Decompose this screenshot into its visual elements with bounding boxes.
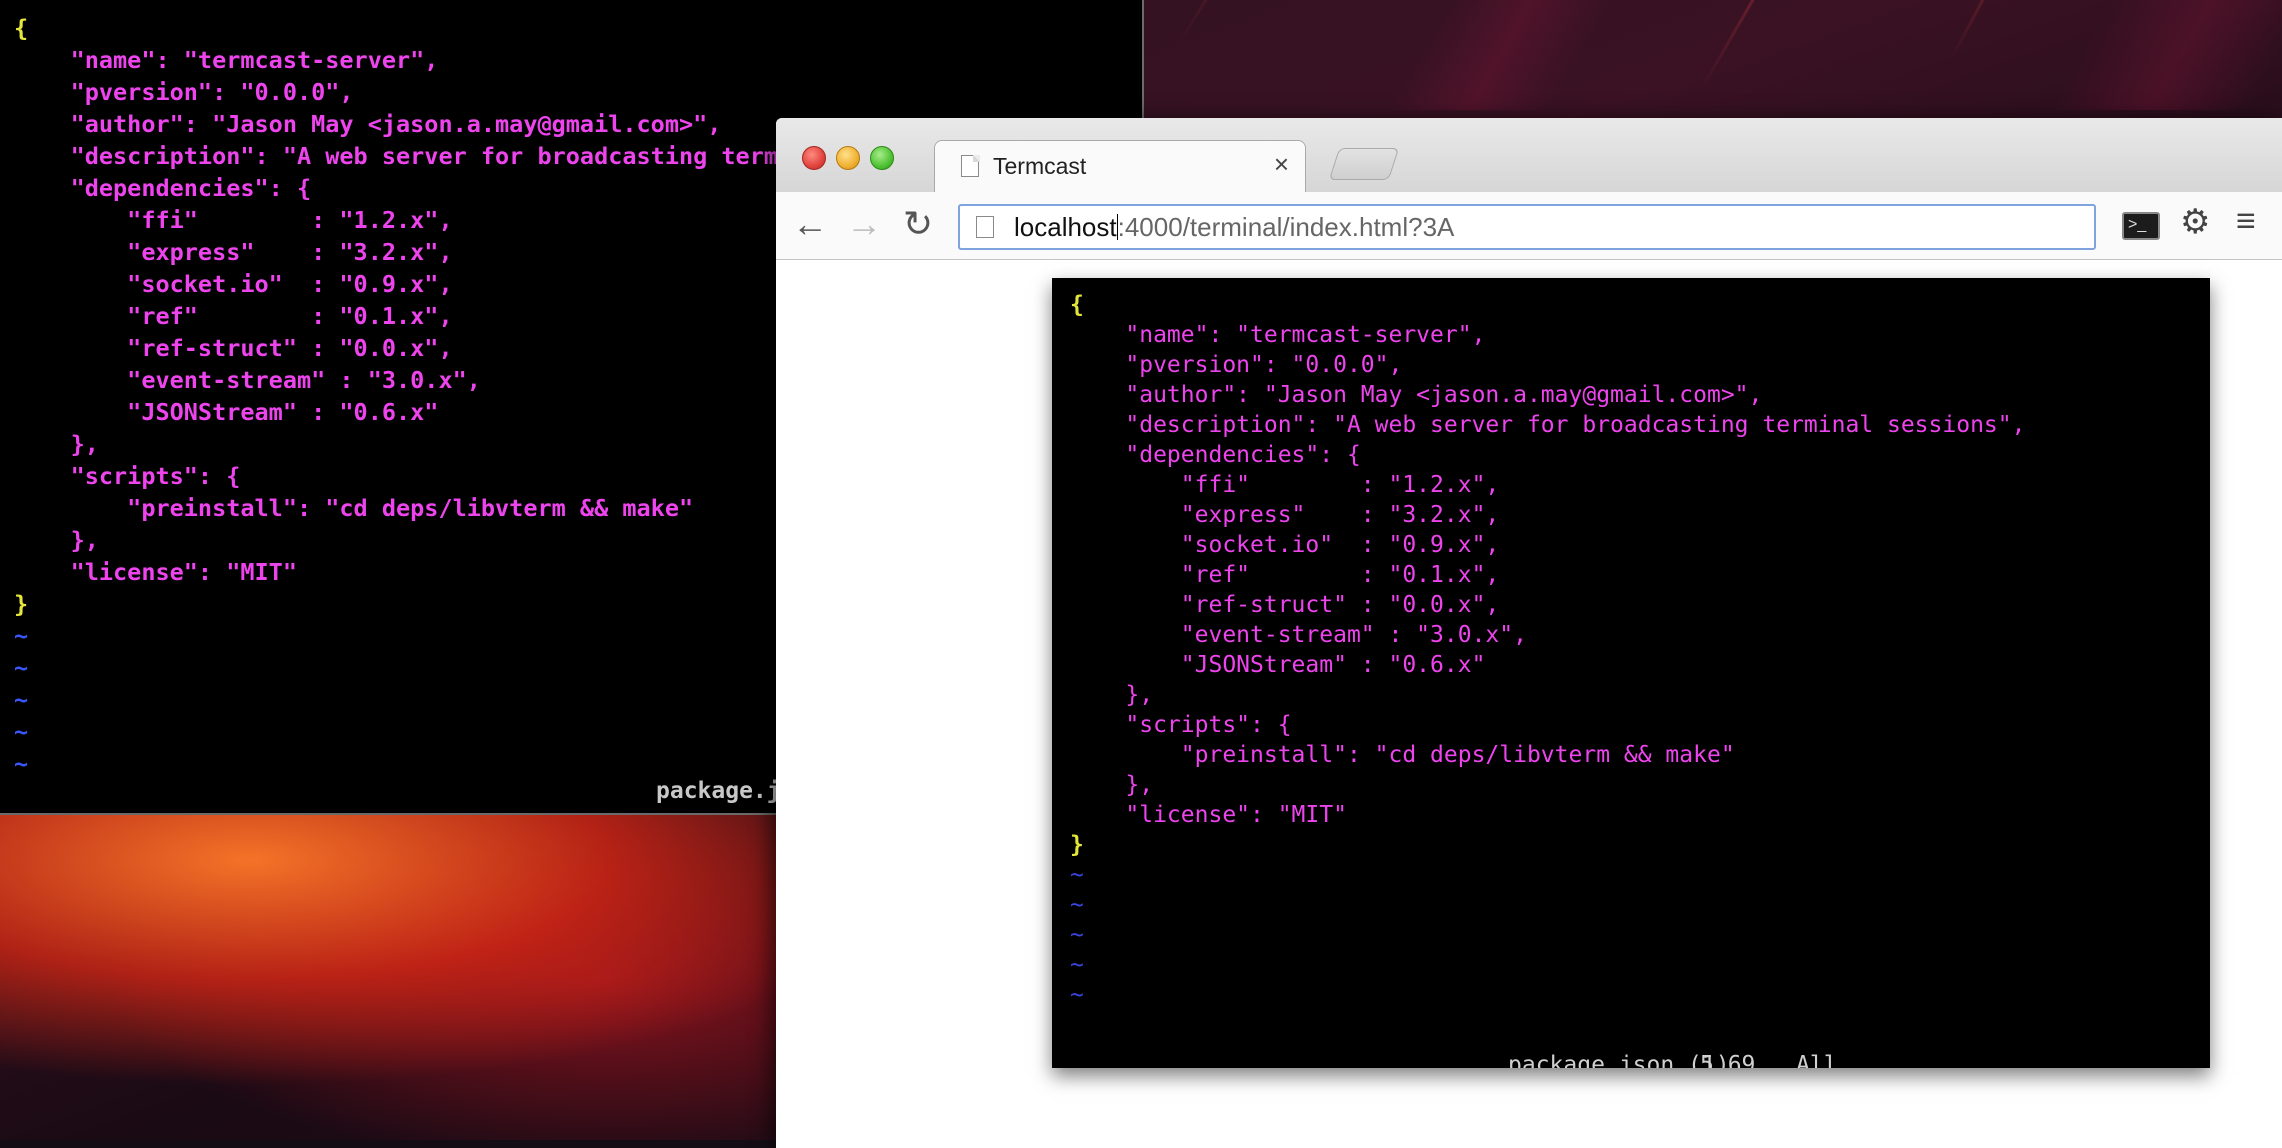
web-terminal-line: "socket.io" : "0.9.x", [1070,532,1500,558]
terminal-line: }, [14,526,99,554]
tab-strip: Termcast × [776,118,2282,194]
terminal-line: "preinstall": "cd deps/libvterm && make" [14,494,694,522]
terminal-extension-icon[interactable]: >_ [2122,212,2160,240]
page-icon [961,154,980,177]
web-terminal-line: ~ [1070,892,1084,918]
web-terminal-line: "description": "A web server for broadca… [1070,412,2026,438]
terminal-line: "pversion": "0.0.0", [14,78,354,106]
web-terminal-line: "event-stream" : "3.0.x", [1070,622,1527,648]
window-zoom-button[interactable] [870,146,894,170]
web-terminal-line: "ffi" : "1.2.x", [1070,472,1500,498]
terminal-line: "name": "termcast-server", [14,46,439,74]
terminal-line: }, [14,430,99,458]
web-terminal-line: ~ [1070,862,1084,888]
terminal-line: ~ [14,750,29,778]
terminal-line: "ref" : "0.1.x", [14,302,453,330]
terminal-line: ~ [14,686,29,714]
web-terminal-line: "express" : "3.2.x", [1070,502,1500,528]
web-terminal-line: ~ [1070,922,1084,948]
tab-close-icon[interactable]: × [1274,149,1289,180]
terminal-line: "dependencies": { [14,174,312,202]
wallpaper-band [2048,0,2282,110]
wallpaper-streak [1698,0,1912,93]
web-terminal-line: "JSONStream" : "0.6.x" [1070,652,1486,678]
url-path: :4000/terminal/index.html?3A [1117,212,1455,242]
gear-icon[interactable]: ⚙ [2180,202,2210,242]
terminal-line: { [14,14,29,42]
address-bar[interactable]: localhost:4000/terminal/index.html?3A [958,204,2096,250]
address-bar-url[interactable]: localhost:4000/terminal/index.html?3A [1014,212,1454,243]
web-terminal-line: ~ [1070,982,1084,1008]
terminal-line: "event-stream" : "3.0.x", [14,366,481,394]
tab-termcast[interactable]: Termcast × [934,140,1306,194]
forward-arrow-icon[interactable]: → [844,204,884,244]
web-terminal-line: { [1070,292,1084,318]
terminal-line: } [14,590,29,618]
web-terminal-status-position: 5,69 [1700,1052,1756,1068]
terminal-line: "socket.io" : "0.9.x", [14,270,453,298]
web-terminal-line: "dependencies": { [1070,442,1361,468]
web-terminal-line: "preinstall": "cd deps/libvterm && make" [1070,742,1735,768]
url-host: localhost [1014,212,1117,242]
reload-icon[interactable]: ↻ [898,204,938,244]
terminal-line: "express" : "3.2.x", [14,238,453,266]
window-minimize-button[interactable] [836,146,860,170]
terminal-line: "JSONStream" : "0.6.x" [14,398,439,426]
web-terminal-line: "ref-struct" : "0.0.x", [1070,592,1500,618]
terminal-line: "license": "MIT" [14,558,297,586]
web-terminal-line: }, [1070,682,1154,708]
web-terminal[interactable]: { "name": "termcast-server", "pversion":… [1052,278,2210,1068]
page-icon [976,216,994,238]
terminal-line: ~ [14,654,29,682]
browser-window[interactable]: Termcast × ← → ↻ localhost:4000/terminal… [776,118,2282,1148]
web-terminal-status-all: All [1796,1052,1838,1068]
web-terminal-line: "scripts": { [1070,712,1292,738]
web-terminal-line: "author": "Jason May <jason.a.may@gmail.… [1070,382,1763,408]
web-terminal-line: "ref" : "0.1.x", [1070,562,1500,588]
browser-toolbar: ← → ↻ localhost:4000/terminal/index.html… [776,192,2282,260]
menu-icon[interactable]: ≡ [2236,202,2256,241]
web-terminal-line: "name": "termcast-server", [1070,322,1486,348]
back-arrow-icon[interactable]: ← [790,204,830,244]
web-terminal-line: "license": "MIT" [1070,802,1347,828]
terminal-line: "description": "A web server for broadca… [14,142,779,170]
terminal-status-line: package.j [656,778,781,804]
wallpaper-band [1388,0,1612,110]
web-terminal-buffer[interactable]: { "name": "termcast-server", "pversion":… [1070,290,2025,1010]
tab-title: Termcast [993,153,1087,179]
terminal-line: ~ [14,622,29,650]
terminal-line: "author": "Jason May <jason.a.may@gmail.… [14,110,722,138]
terminal-line: "ref-struct" : "0.0.x", [14,334,453,362]
web-terminal-line: }, [1070,772,1154,798]
web-terminal-line: ~ [1070,952,1084,978]
terminal-buffer[interactable]: { "name": "termcast-server", "pversion":… [14,12,778,780]
new-tab-button[interactable] [1328,148,1400,180]
terminal-line: "scripts": { [14,462,241,490]
web-terminal-line: "pversion": "0.0.0", [1070,352,1403,378]
web-terminal-status-file: package.json (1) [1508,1052,1730,1068]
window-close-button[interactable] [802,146,826,170]
web-terminal-line: } [1070,832,1084,858]
terminal-line: "ffi" : "1.2.x", [14,206,453,234]
terminal-line: ~ [14,718,29,746]
wallpaper-streak [1178,0,1457,43]
